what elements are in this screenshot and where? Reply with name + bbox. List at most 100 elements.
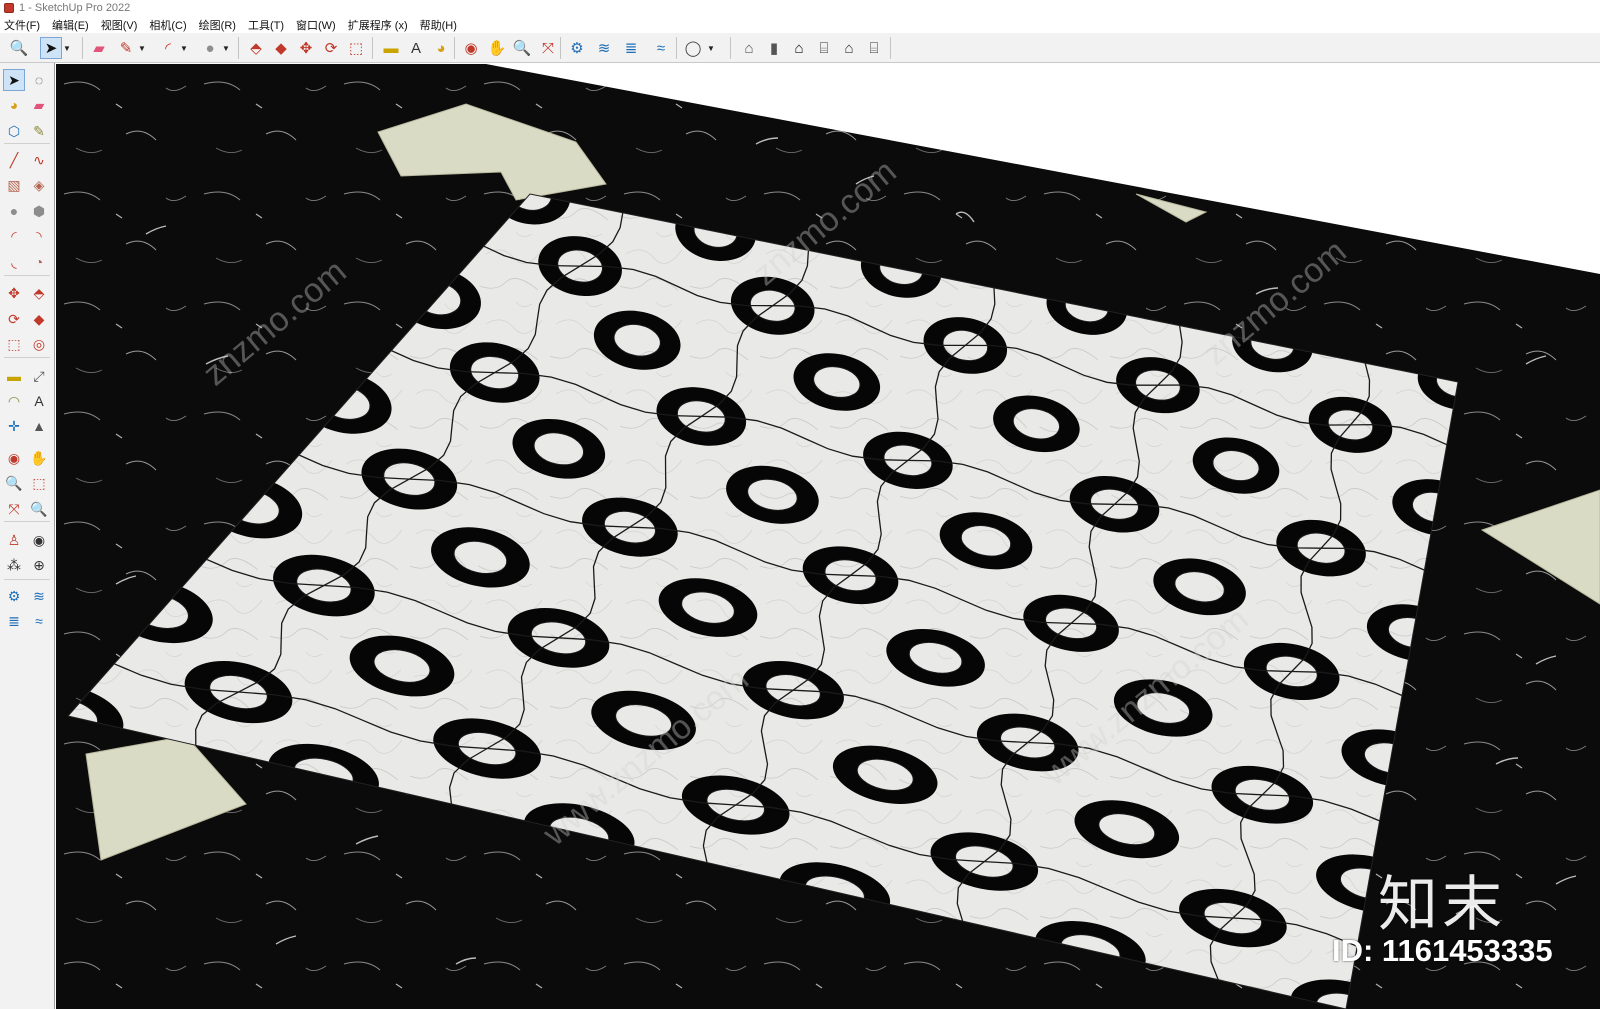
toolbar-tape-measure-button[interactable]: ▬: [380, 37, 402, 59]
palette-eraser-button[interactable]: ▰: [28, 94, 50, 116]
palette-follow-me-button[interactable]: ◆: [28, 308, 50, 330]
palette-arc-2pt-button[interactable]: ◜: [3, 225, 25, 247]
palette-rotated-rectangle-button[interactable]: ◈: [28, 174, 50, 196]
toolbar-select-arrow-button[interactable]: ➤: [40, 37, 62, 59]
toolbar-back-view-button[interactable]: ⌂: [838, 37, 860, 59]
user-account-icon: ◯: [684, 39, 702, 57]
toolbar-rotate-button[interactable]: ⟳: [320, 37, 342, 59]
dropdown-arrow-icon[interactable]: ▼: [179, 37, 189, 59]
toolbar-3d-warehouse-button[interactable]: ⚙: [566, 37, 588, 59]
palette-arc-center-button[interactable]: ◟: [3, 251, 25, 273]
palette-circle-button[interactable]: ●: [3, 200, 25, 222]
palette-offset-button[interactable]: ◎: [28, 333, 50, 355]
toolbar-user-account-button[interactable]: ◯: [682, 37, 704, 59]
palette-text-label-button[interactable]: A: [28, 390, 50, 412]
pie-icon: ◔: [34, 254, 44, 270]
paint-bucket-icon: ◕: [9, 97, 19, 113]
toolbar-right-view-button[interactable]: ⌸: [813, 37, 835, 59]
toolbar-layout-send-button[interactable]: ≣: [620, 37, 642, 59]
palette-rectangle-button[interactable]: ▧: [3, 174, 25, 196]
palette-extension-warehouse-button[interactable]: ≋: [28, 585, 50, 607]
menu-window[interactable]: 窗口(W): [290, 17, 342, 33]
palette-paint-bucket-button[interactable]: ◕: [3, 94, 25, 116]
menu-file[interactable]: 文件(F): [0, 17, 46, 33]
palette-zoom-button[interactable]: 🔍: [3, 472, 25, 494]
dimension-icon: ⤢: [33, 368, 45, 384]
layout-send-icon: ≣: [624, 39, 638, 57]
palette-previous-view-button[interactable]: 🔍: [28, 498, 50, 520]
toolbar-pan-hand-button[interactable]: ✋: [486, 37, 508, 59]
toolbar-extension-warehouse-button[interactable]: ≋: [593, 37, 615, 59]
toolbar-follow-me-button[interactable]: ◆: [270, 37, 292, 59]
palette-freehand-button[interactable]: ∿: [28, 149, 50, 171]
palette-lasso-select-button[interactable]: ◌: [28, 69, 50, 91]
palette-line-button[interactable]: ╱: [3, 149, 25, 171]
toolbar-paint-bucket-button[interactable]: ◕: [430, 37, 452, 59]
toolbar-zoom-button[interactable]: 🔍: [8, 37, 30, 59]
palette-tag-tool-button[interactable]: ✎: [28, 120, 50, 142]
toolbar-eraser-button[interactable]: ▰: [88, 37, 110, 59]
palette-section-plane-button[interactable]: ⊕: [28, 554, 50, 576]
palette-dimension-button[interactable]: ⤢: [28, 365, 50, 387]
toolbar-orbit-button[interactable]: ◉: [460, 37, 482, 59]
palette-move-button[interactable]: ✥: [3, 282, 25, 304]
pan-hand-icon: ✋: [487, 39, 507, 57]
eraser-icon: ▰: [93, 39, 105, 57]
toolbar-left-view-button[interactable]: ⌸: [863, 37, 885, 59]
palette-position-camera-button[interactable]: ♙: [3, 529, 25, 551]
palette-separator: [4, 579, 50, 580]
palette-look-around-button[interactable]: ◉: [28, 529, 50, 551]
palette-orbit-button[interactable]: ◉: [3, 447, 25, 469]
palette-walk-button[interactable]: ⁂: [3, 554, 25, 576]
palette-tape-measure-button[interactable]: ▬: [3, 365, 25, 387]
palette-make-component-button[interactable]: ⬡: [3, 120, 25, 142]
toolbar-scale-button[interactable]: ⬚: [345, 37, 367, 59]
menu-tools[interactable]: 工具(T): [242, 17, 290, 33]
polygon-icon: ⬢: [32, 203, 46, 219]
palette-polygon-button[interactable]: ⬢: [28, 200, 50, 222]
dropdown-arrow-icon[interactable]: ▼: [221, 37, 231, 59]
palette-axes-button[interactable]: ✛: [3, 415, 25, 437]
title-bar: 1 - SketchUp Pro 2022: [0, 0, 1600, 16]
palette-zoom-window-button[interactable]: ⬚: [28, 472, 50, 494]
palette-zoom-extents-button[interactable]: ⤧: [3, 498, 25, 520]
dropdown-arrow-icon[interactable]: ▼: [706, 37, 716, 59]
toolbar-iso-view-button[interactable]: ⌂: [738, 37, 760, 59]
toolbar-text-label-button[interactable]: A: [405, 37, 427, 59]
palette-protractor-button[interactable]: ◠: [3, 390, 25, 412]
palette-extension-manager-button[interactable]: ≈: [28, 610, 50, 632]
menu-view[interactable]: 视图(V): [95, 17, 144, 33]
palette-select-arrow-button[interactable]: ➤: [3, 69, 25, 91]
palette-arc-3pt-button[interactable]: ◝: [28, 225, 50, 247]
select-arrow-icon: ➤: [44, 39, 58, 57]
palette-3d-warehouse-button[interactable]: ⚙: [3, 585, 25, 607]
palette-scale-button[interactable]: ⬚: [3, 333, 25, 355]
model-viewport[interactable]: znzmo.com znzmo.com znzmo.com www.znzmo.…: [56, 64, 1600, 1009]
text-label-icon: A: [34, 393, 44, 409]
menu-edit[interactable]: 编辑(E): [46, 17, 95, 33]
palette-push-pull-button[interactable]: ⬘: [28, 282, 50, 304]
toolbar-circle-shape-button[interactable]: ●: [199, 37, 221, 59]
palette-3d-text-button[interactable]: ▲: [28, 415, 50, 437]
toolbar-zoom-extents-button[interactable]: ⤧: [537, 37, 559, 59]
toolbar-top-view-button[interactable]: ▮: [763, 37, 785, 59]
palette-separator: [4, 143, 50, 144]
toolbar-push-pull-button[interactable]: ⬘: [245, 37, 267, 59]
toolbar-pencil-line-button[interactable]: ✎: [115, 37, 137, 59]
menu-help[interactable]: 帮助(H): [414, 17, 463, 33]
dropdown-arrow-icon[interactable]: ▼: [137, 37, 147, 59]
toolbar-move-button[interactable]: ✥: [295, 37, 317, 59]
palette-pan-hand-button[interactable]: ✋: [28, 447, 50, 469]
menu-camera[interactable]: 相机(C): [143, 17, 192, 33]
toolbar-front-view-button[interactable]: ⌂: [788, 37, 810, 59]
palette-pie-button[interactable]: ◔: [28, 251, 50, 273]
palette-rotate-button[interactable]: ⟳: [3, 308, 25, 330]
toolbar-arc-button[interactable]: ◜: [157, 37, 179, 59]
palette-layout-send-button[interactable]: ≣: [3, 610, 25, 632]
menu-draw[interactable]: 绘图(R): [193, 17, 242, 33]
menu-extensions[interactable]: 扩展程序 (x): [342, 17, 414, 33]
right-view-icon: ⌸: [819, 39, 829, 57]
dropdown-arrow-icon[interactable]: ▼: [62, 37, 72, 59]
toolbar-extension-manager-button[interactable]: ≈: [650, 37, 672, 59]
toolbar-zoom-tool-button[interactable]: 🔍: [511, 37, 533, 59]
